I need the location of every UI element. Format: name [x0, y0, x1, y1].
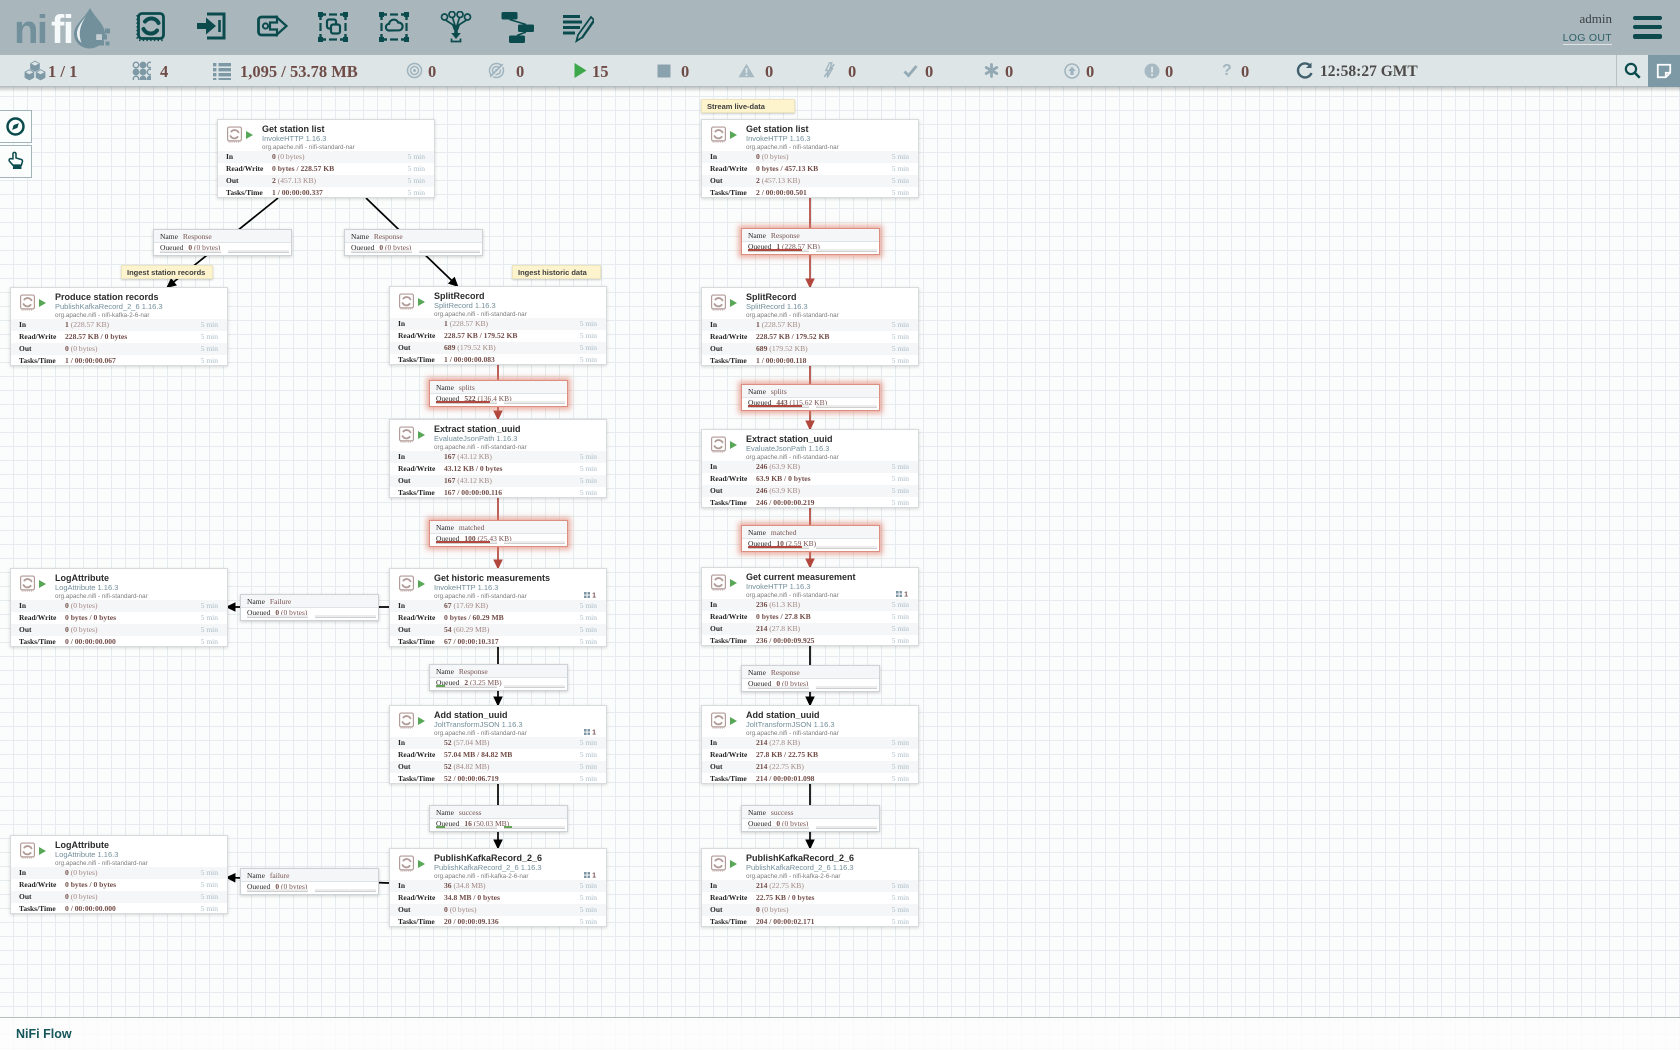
- svg-text:ni: ni: [14, 8, 47, 51]
- svg-text:fi: fi: [51, 8, 72, 51]
